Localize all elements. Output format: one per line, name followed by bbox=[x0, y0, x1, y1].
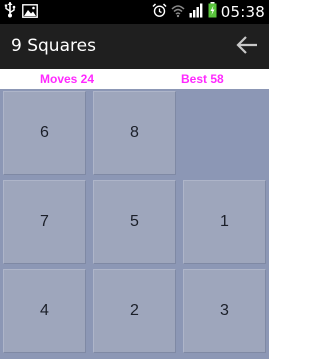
image-icon bbox=[22, 3, 38, 22]
signal-icon bbox=[189, 3, 204, 22]
tile[interactable]: 3 bbox=[183, 269, 266, 353]
tile[interactable]: 6 bbox=[3, 91, 86, 175]
alarm-icon bbox=[152, 2, 167, 22]
tile[interactable]: 2 bbox=[93, 269, 176, 353]
tile[interactable]: 5 bbox=[93, 180, 176, 264]
app-title: 9 Squares bbox=[11, 36, 96, 56]
moves-counter: Moves 24 bbox=[40, 72, 95, 86]
empty-slot[interactable] bbox=[183, 91, 266, 175]
tile[interactable]: 7 bbox=[3, 180, 86, 264]
wifi-icon bbox=[171, 3, 185, 22]
back-button[interactable] bbox=[225, 24, 269, 69]
best-score: Best 58 bbox=[181, 72, 224, 86]
tile[interactable]: 4 bbox=[3, 269, 86, 353]
puzzle-board: 6 8 7 5 1 4 2 3 bbox=[0, 89, 269, 359]
score-bar: Moves 24 Best 58 bbox=[0, 69, 269, 89]
tile[interactable]: 1 bbox=[183, 180, 266, 264]
tile[interactable]: 8 bbox=[93, 91, 176, 175]
usb-icon bbox=[4, 2, 16, 22]
status-bar: 05:38 bbox=[0, 0, 269, 24]
status-time: 05:38 bbox=[220, 3, 265, 21]
battery-icon bbox=[208, 2, 217, 22]
arrow-left-icon bbox=[236, 35, 258, 59]
action-bar: 9 Squares bbox=[0, 24, 269, 69]
